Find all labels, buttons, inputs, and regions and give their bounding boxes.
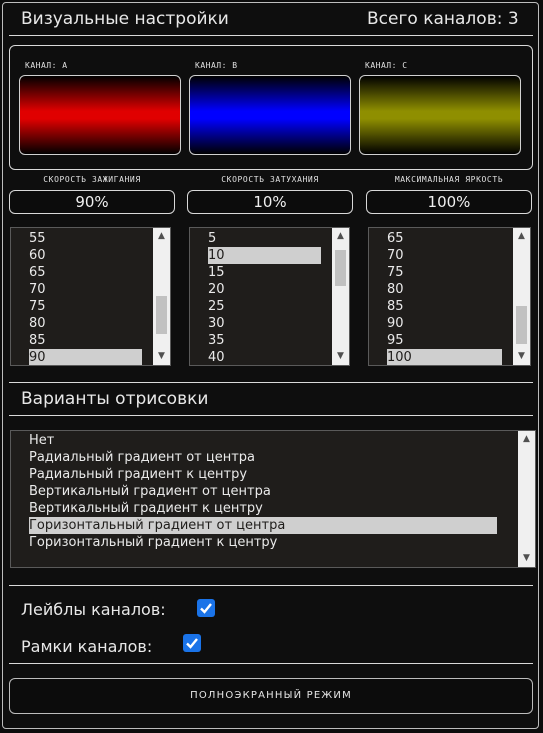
- list-item[interactable]: 75: [387, 264, 502, 281]
- list-item[interactable]: 65: [387, 230, 502, 247]
- divider: [9, 415, 533, 416]
- list-item[interactable]: 15: [208, 264, 321, 281]
- channel-frames-label: Рамки каналов:: [21, 637, 153, 656]
- list-item[interactable]: 70: [29, 281, 142, 298]
- channel-a-preview[interactable]: [19, 75, 181, 155]
- scrollbar-thumb[interactable]: [335, 250, 346, 286]
- channel-frames-checkbox[interactable]: [183, 634, 201, 652]
- scroll-up-arrow-icon[interactable]: ▲: [513, 228, 530, 245]
- render-option[interactable]: Нет: [29, 432, 497, 449]
- scrollbar[interactable]: ▲ ▼: [513, 228, 530, 365]
- scrollbar-thumb[interactable]: [516, 306, 527, 344]
- scrollbar-thumb[interactable]: [156, 296, 167, 334]
- scrollbar[interactable]: ▲ ▼: [153, 228, 170, 365]
- fade-speed-value: 10%: [187, 190, 353, 214]
- scroll-up-arrow-icon[interactable]: ▲: [332, 228, 349, 245]
- list-item[interactable]: 35: [208, 332, 321, 349]
- list-item[interactable]: 90: [387, 315, 502, 332]
- render-option[interactable]: Вертикальный градиент от центра: [29, 483, 497, 500]
- list-item[interactable]: 95: [387, 332, 502, 349]
- scrollbar[interactable]: ▲ ▼: [332, 228, 349, 365]
- fullscreen-button[interactable]: полноэкранный режим: [9, 678, 533, 714]
- render-option[interactable]: Горизонтальный градиент к центру: [29, 534, 497, 551]
- list-item[interactable]: 100: [387, 349, 502, 365]
- render-option[interactable]: Радиальный градиент к центру: [29, 466, 497, 483]
- list-item[interactable]: 55: [29, 230, 142, 247]
- list-item[interactable]: 20: [208, 281, 321, 298]
- list-item[interactable]: 70: [387, 247, 502, 264]
- check-icon: [186, 638, 198, 649]
- channel-a-label: канал: A: [25, 61, 68, 70]
- divider: [9, 663, 533, 664]
- channel-count: Всего каналов: 3: [367, 9, 519, 29]
- render-option[interactable]: Радиальный градиент от центра: [29, 449, 497, 466]
- list-item[interactable]: 25: [208, 298, 321, 315]
- render-section-title: Варианты отрисовки: [21, 389, 209, 409]
- channel-labels-label: Лейблы каналов:: [21, 600, 166, 619]
- max-brightness-list[interactable]: 65 70 75 80 85 90 95 100 ▲ ▼: [368, 227, 531, 366]
- channel-labels-checkbox[interactable]: [197, 599, 215, 617]
- list-item[interactable]: 65: [29, 264, 142, 281]
- divider: [9, 35, 533, 36]
- channel-c-label: канал: C: [365, 61, 408, 70]
- scroll-down-arrow-icon[interactable]: ▼: [513, 348, 530, 365]
- channel-b-preview[interactable]: [189, 75, 351, 155]
- list-item[interactable]: 80: [387, 281, 502, 298]
- channel-b-label: канал: B: [195, 61, 238, 70]
- list-item[interactable]: 5: [208, 230, 321, 247]
- scroll-up-arrow-icon[interactable]: ▲: [518, 431, 535, 448]
- list-item[interactable]: 85: [387, 298, 502, 315]
- render-option[interactable]: Горизонтальный градиент от центра: [29, 517, 497, 534]
- list-item[interactable]: 40: [208, 349, 321, 365]
- scroll-down-arrow-icon[interactable]: ▼: [332, 348, 349, 365]
- ignition-speed-title: скорость зажигания: [43, 175, 141, 184]
- list-item[interactable]: 85: [29, 332, 142, 349]
- list-item[interactable]: 80: [29, 315, 142, 332]
- check-icon: [200, 603, 212, 614]
- list-item[interactable]: 30: [208, 315, 321, 332]
- render-mode-list[interactable]: Нет Радиальный градиент от центра Радиальн…: [10, 430, 536, 568]
- list-item[interactable]: 75: [29, 298, 142, 315]
- max-brightness-value: 100%: [366, 190, 532, 214]
- scroll-down-arrow-icon[interactable]: ▼: [518, 550, 535, 567]
- ignition-speed-list[interactable]: 55 60 65 70 75 80 85 90 ▲ ▼: [10, 227, 171, 366]
- ignition-speed-value: 90%: [9, 190, 175, 214]
- max-brightness-title: максимальная яркость: [394, 175, 504, 184]
- render-option[interactable]: Вертикальный градиент к центру: [29, 500, 497, 517]
- divider: [9, 382, 533, 383]
- divider: [9, 585, 533, 586]
- scroll-up-arrow-icon[interactable]: ▲: [153, 228, 170, 245]
- scrollbar[interactable]: ▲ ▼: [518, 431, 535, 567]
- list-item[interactable]: 90: [29, 349, 142, 365]
- fade-speed-list[interactable]: 5 10 15 20 25 30 35 40 ▲ ▼: [189, 227, 350, 366]
- fade-speed-title: скорость затухания: [221, 175, 319, 184]
- list-item[interactable]: 10: [208, 247, 321, 264]
- channel-c-preview[interactable]: [359, 75, 521, 155]
- page-title: Визуальные настройки: [21, 9, 229, 29]
- scroll-down-arrow-icon[interactable]: ▼: [153, 348, 170, 365]
- list-item[interactable]: 60: [29, 247, 142, 264]
